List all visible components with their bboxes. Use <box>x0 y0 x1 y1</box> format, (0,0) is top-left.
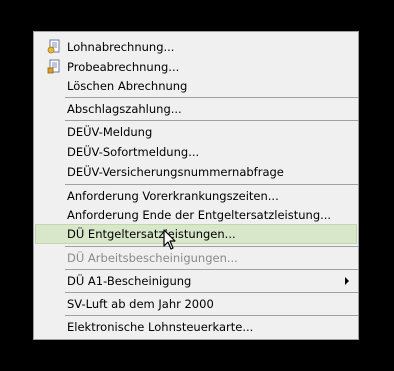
menu-item-label: Lohnabrechnung... <box>67 40 175 54</box>
menu-item-label: DEÜV-Sofortmeldung... <box>67 145 200 159</box>
menu-item-due-a1-bescheinigung[interactable]: DÜ A1-Bescheinigung <box>35 271 357 291</box>
menu-item-probeabrechnung[interactable]: Probeabrechnung... <box>35 57 357 77</box>
menu-item-label: Anforderung Vorerkrankungszeiten... <box>67 189 279 203</box>
menu-item-anforderung-vorerkrankungszeiten[interactable]: Anforderung Vorerkrankungszeiten... <box>35 186 357 206</box>
menu-separator <box>65 246 358 247</box>
menu-separator <box>65 97 358 98</box>
menu-item-loeschen-abrechnung[interactable]: Löschen Abrechnung <box>35 76 357 96</box>
menu-item-deuev-meldung[interactable]: DEÜV-Meldung <box>35 122 357 142</box>
menu-item-due-arbeitsbescheinigungen: DÜ Arbeitsbescheinigungen... <box>35 248 357 268</box>
menu-item-deuev-sofortmeldung[interactable]: DEÜV-Sofortmeldung... <box>35 142 357 162</box>
menu-item-label: SV-Luft ab dem Jahr 2000 <box>67 297 214 311</box>
menu-item-label: DEÜV-Meldung <box>67 125 153 139</box>
menu-separator <box>65 184 358 185</box>
menu-item-label: DÜ Entgeltersatzleistungen... <box>67 227 236 241</box>
menu-item-label: Elektronische Lohnsteuerkarte... <box>67 320 254 334</box>
menu-item-anforderung-ende-entgeltersatzleistung[interactable]: Anforderung Ende der Entgeltersatzleistu… <box>35 205 357 225</box>
context-menu: Lohnabrechnung... Probeabrechnung... Lös… <box>33 31 359 340</box>
menu-item-label: Probeabrechnung... <box>67 60 180 74</box>
menu-item-label: Anforderung Ende der Entgeltersatzleistu… <box>67 208 332 222</box>
menu-item-label: Abschlagszahlung... <box>67 102 182 116</box>
menu-item-due-entgeltersatzleistungen[interactable]: DÜ Entgeltersatzleistungen... <box>35 224 357 244</box>
menu-separator <box>65 292 358 293</box>
menu-item-label: DEÜV-Versicherungsnummernabfrage <box>67 165 284 179</box>
menu-item-label: Löschen Abrechnung <box>67 79 188 93</box>
menu-separator <box>65 315 358 316</box>
menu-item-abschlagszahlung[interactable]: Abschlagszahlung... <box>35 99 357 119</box>
menu-item-sv-luft[interactable]: SV-Luft ab dem Jahr 2000 <box>35 294 357 314</box>
submenu-arrow-icon <box>345 277 349 285</box>
menu-item-deuev-versicherungsnummernabfrage[interactable]: DEÜV-Versicherungsnummernabfrage <box>35 162 357 182</box>
menu-item-elektronische-lohnsteuerkarte[interactable]: Elektronische Lohnsteuerkarte... <box>35 317 357 337</box>
trial-payslip-icon <box>47 59 62 74</box>
menu-item-lohnabrechnung[interactable]: Lohnabrechnung... <box>35 37 357 57</box>
menu-item-label: DÜ Arbeitsbescheinigungen... <box>67 251 238 265</box>
menu-separator <box>65 120 358 121</box>
payslip-icon <box>47 39 62 54</box>
menu-item-label: DÜ A1-Bescheinigung <box>67 274 192 288</box>
mouse-pointer-icon <box>163 229 179 253</box>
menu-separator <box>65 269 358 270</box>
